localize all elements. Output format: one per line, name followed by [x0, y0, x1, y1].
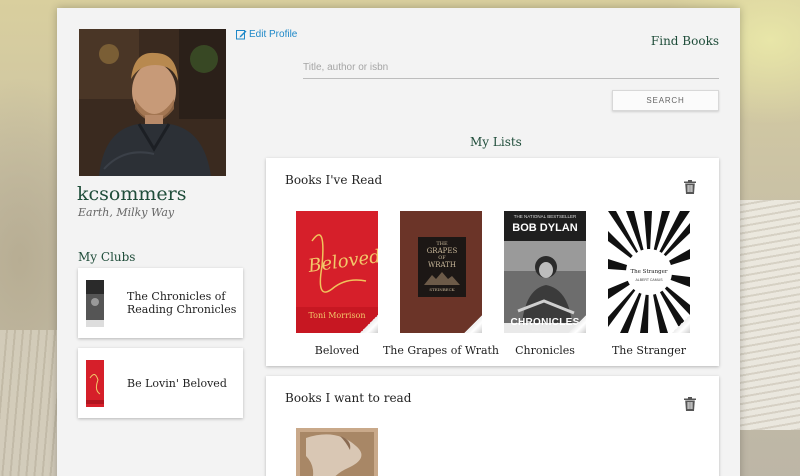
book-cover-beloved: Beloved Toni Morrison [296, 211, 378, 333]
edit-icon [236, 30, 247, 40]
book-item[interactable]: THE GRAPES OF WRATH STEINBECK The Grapes… [383, 211, 499, 357]
edit-profile-link[interactable]: Edit Profile [236, 29, 297, 40]
club-name: The Chronicles of Reading Chronicles [127, 290, 237, 316]
book-cover-partial [296, 428, 378, 476]
cover-author: STEINBECK [429, 287, 455, 292]
book-item[interactable]: The Stranger ALBERT CAMUS The Stranger [608, 211, 690, 357]
trash-icon[interactable] [684, 397, 696, 411]
list-title: Books I've Read [285, 173, 383, 187]
find-books-heading: Find Books [650, 34, 719, 48]
trash-icon[interactable] [684, 180, 696, 194]
clubs-heading: My Clubs [78, 250, 136, 264]
books-want-card: Books I want to read [266, 376, 719, 476]
page-curl [672, 315, 690, 333]
edit-profile-label: Edit Profile [249, 29, 298, 40]
cover-author: ALBERT CAMUS [635, 278, 663, 282]
cover-title-line: GRAPES [426, 247, 458, 255]
username: kcsommers [77, 183, 187, 205]
book-cover-grapes-of-wrath: THE GRAPES OF WRATH STEINBECK [400, 211, 482, 333]
book-cover-chronicles: THE NATIONAL BESTSELLER BOB DYLAN CHRONI… [504, 211, 586, 333]
search-input[interactable] [303, 57, 719, 79]
cover-title: The Stranger [630, 269, 668, 275]
page-curl [464, 315, 482, 333]
user-location: Earth, Milky Way [78, 206, 175, 219]
book-cover-stranger: The Stranger ALBERT CAMUS [608, 211, 690, 333]
page-curl [360, 315, 378, 333]
search-button[interactable]: SEARCH [612, 90, 719, 111]
book-item[interactable]: Beloved Toni Morrison Beloved [296, 211, 378, 357]
list-title: Books I want to read [285, 391, 412, 405]
background-book-pages [735, 200, 800, 430]
books-read-card: Books I've Read Beloved Toni Morrison Be… [266, 158, 719, 366]
club-cover-beloved [86, 359, 104, 407]
book-title: The Stranger [611, 344, 687, 357]
background-book-stack [0, 330, 60, 476]
avatar [79, 29, 226, 176]
cover-author: BOB DYLAN [512, 222, 578, 234]
cover-banner: THE NATIONAL BESTSELLER [513, 214, 577, 219]
my-lists-heading: My Lists [470, 135, 522, 149]
club-card[interactable]: Be Lovin' Beloved [78, 348, 243, 418]
book-item[interactable]: THE NATIONAL BESTSELLER BOB DYLAN CHRONI… [504, 211, 586, 357]
book-item[interactable] [296, 428, 378, 476]
page-curl [568, 315, 586, 333]
club-card[interactable]: The Chronicles of Reading Chronicles [78, 268, 243, 338]
cover-title-line: WRATH [428, 261, 456, 269]
club-name: Be Lovin' Beloved [127, 376, 227, 390]
club-cover-chronicles [86, 279, 104, 327]
